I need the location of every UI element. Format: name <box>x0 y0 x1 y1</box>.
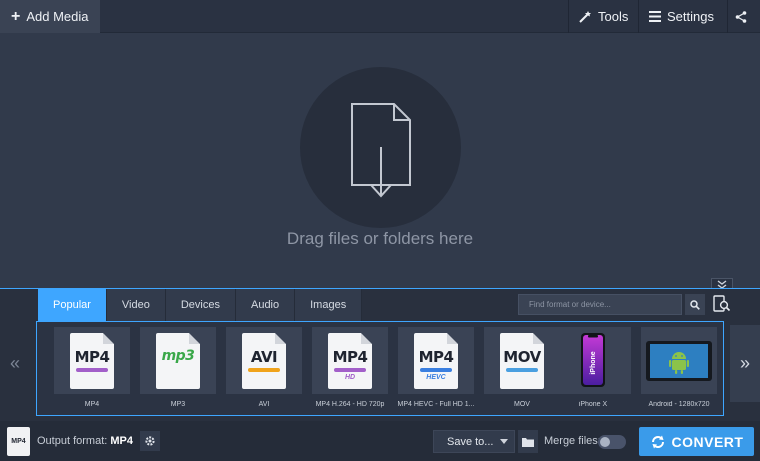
top-toolbar: + Add Media Tools Settings <box>0 0 760 33</box>
format-card-mp3[interactable]: mp3 <box>140 327 216 394</box>
merge-files-label: Merge files: <box>544 435 601 447</box>
chevron-down-icon <box>500 439 508 444</box>
app-window: + Add Media Tools Settings Drag files or… <box>0 0 760 461</box>
svg-text:iPhone: iPhone <box>590 351 597 374</box>
toggle-knob <box>600 437 610 447</box>
detect-device-button[interactable] <box>710 292 734 316</box>
format-label: MP4 <box>84 401 100 408</box>
tools-label: Tools <box>598 9 629 24</box>
mp3-file-icon: mp3 <box>156 333 200 389</box>
drop-zone[interactable]: Drag files or folders here <box>0 33 760 288</box>
tab-images[interactable]: Images <box>295 289 363 321</box>
output-format-value: MP4 <box>110 435 133 447</box>
tab-popular[interactable]: Popular <box>38 289 107 321</box>
refresh-icon <box>651 435 664 448</box>
settings-button[interactable]: Settings <box>638 0 727 33</box>
mp4-hd-file-icon: MP4 HD <box>328 333 372 389</box>
mp4-hevc-file-icon: MP4 HEVC <box>414 333 458 389</box>
share-button[interactable] <box>727 0 760 33</box>
format-label: AVI <box>258 401 270 408</box>
avi-file-icon: AVI <box>242 333 286 389</box>
bottom-bar: MP4 Output format: MP4 Save to... Merge … <box>0 421 760 461</box>
search-icon <box>690 299 700 310</box>
tab-audio[interactable]: Audio <box>235 289 296 321</box>
format-card-android[interactable] <box>641 327 717 394</box>
scroll-left-button[interactable]: « <box>0 325 30 402</box>
mov-file-icon: MOV <box>500 333 544 389</box>
android-tablet-icon <box>646 341 712 381</box>
plus-icon: + <box>11 7 21 25</box>
format-card-iphone-x[interactable]: iPhone <box>555 327 631 394</box>
format-label: MP3 <box>170 401 186 408</box>
tab-video[interactable]: Video <box>106 289 166 321</box>
format-label: iPhone X <box>578 401 608 408</box>
formats-panel: Popular Video Devices Audio Images Find … <box>0 288 760 421</box>
format-card-avi[interactable]: AVI <box>226 327 302 394</box>
drop-hint: Drag files or folders here <box>286 229 474 248</box>
gear-icon <box>145 436 155 446</box>
convert-button[interactable]: CONVERT <box>639 427 754 456</box>
tools-button[interactable]: Tools <box>568 0 638 33</box>
format-grid: MP4 MP4 mp3 MP3 AVI AVI MP4 HD MP4 H.264… <box>36 321 724 416</box>
add-media-button[interactable]: + Add Media <box>0 0 100 33</box>
add-media-label: Add Media <box>26 9 89 24</box>
scroll-right-button[interactable]: » <box>730 325 760 402</box>
search-button[interactable] <box>685 294 705 315</box>
save-to-dropdown[interactable]: Save to... <box>433 430 515 453</box>
format-search-input[interactable]: Find format or device... <box>518 294 682 315</box>
share-icon <box>735 10 747 23</box>
drop-circle <box>300 67 461 228</box>
format-label: MP4 HEVC - Full HD 1... <box>397 401 475 408</box>
folder-icon <box>522 437 534 447</box>
format-tabs: Popular Video Devices Audio Images <box>38 289 363 321</box>
iphone-icon: iPhone <box>581 333 605 387</box>
format-card-mp4-hd[interactable]: MP4 HD <box>312 327 388 394</box>
file-download-icon <box>351 103 411 198</box>
menu-icon <box>649 11 661 22</box>
tab-devices[interactable]: Devices <box>165 289 236 321</box>
output-format-label: Output format: MP4 <box>37 435 133 447</box>
format-label: MP4 H.264 - HD 720p <box>315 401 385 408</box>
magic-wand-icon <box>579 10 591 23</box>
format-card-mp4-hevc[interactable]: MP4 HEVC <box>398 327 474 394</box>
output-settings-button[interactable] <box>140 431 160 451</box>
format-label: Android - 1280x720 <box>648 401 710 408</box>
device-search-icon <box>713 295 731 312</box>
open-folder-button[interactable] <box>518 430 538 453</box>
format-card-mov[interactable]: MOV <box>484 327 560 394</box>
settings-label: Settings <box>667 9 714 24</box>
merge-files-toggle[interactable] <box>598 435 626 449</box>
mp4-file-icon: MP4 <box>70 333 114 389</box>
format-card-mp4[interactable]: MP4 <box>54 327 130 394</box>
output-format-icon: MP4 <box>7 427 30 456</box>
